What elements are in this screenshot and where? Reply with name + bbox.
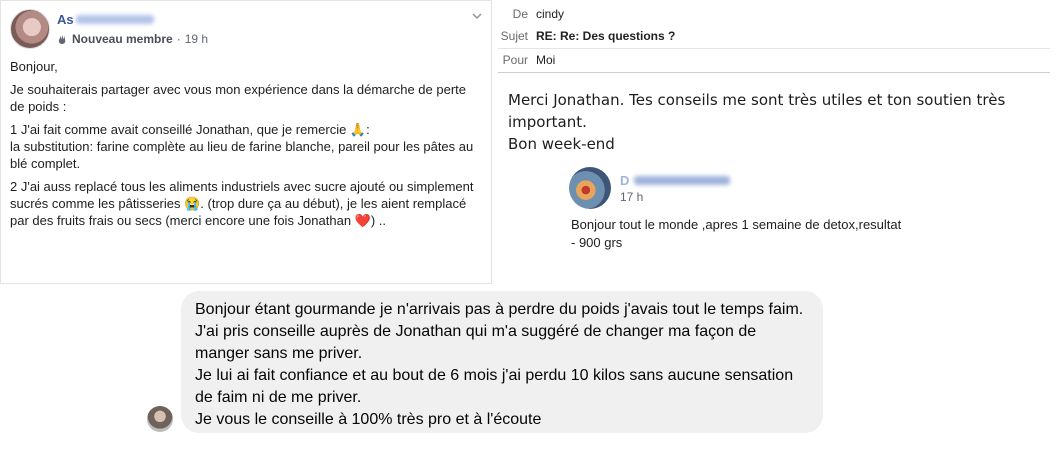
testimonial-time[interactable]: 17 h bbox=[620, 190, 643, 204]
author-avatar[interactable] bbox=[10, 9, 50, 49]
email-body-line: Bon week-end bbox=[508, 135, 615, 153]
chat-avatar[interactable] bbox=[147, 406, 173, 432]
testimonial-author[interactable]: D bbox=[620, 172, 730, 190]
email-body-line: Merci Jonathan. Tes conseils me sont trè… bbox=[508, 91, 1006, 131]
email-message: De cindy Sujet RE: Re: Des questions ? P… bbox=[498, 0, 1060, 284]
member-badge: Nouveau membre bbox=[72, 32, 173, 46]
chat-line: Bonjour étant gourmande je n'arrivais pa… bbox=[195, 301, 804, 318]
subject-value: RE: Re: Des questions ? bbox=[536, 29, 676, 43]
to-label: Pour bbox=[502, 53, 528, 67]
blurred-name bbox=[633, 176, 730, 185]
post-body: Bonjour, Je souhaiterais partager avec v… bbox=[10, 58, 482, 235]
header-divider bbox=[498, 48, 1050, 49]
subject-row: Sujet RE: Re: Des questions ? bbox=[498, 26, 676, 46]
meta-separator: · bbox=[176, 32, 181, 46]
from-row: De cindy bbox=[498, 4, 564, 24]
email-body: Merci Jonathan. Tes conseils me sont trè… bbox=[508, 89, 1048, 155]
post-meta: Nouveau membre · 19 h bbox=[57, 32, 208, 46]
to-row: Pour Moi bbox=[498, 50, 556, 70]
blurred-name bbox=[75, 15, 154, 24]
email-header: De cindy Sujet RE: Re: Des questions ? P… bbox=[498, 0, 1050, 73]
testimonial-text: Bonjour tout le monde ,apres 1 semaine d… bbox=[571, 216, 951, 252]
testimonial-avatar[interactable] bbox=[569, 167, 611, 209]
testimonial-line: - 900 grs bbox=[571, 235, 623, 250]
testimonial-author-visible[interactable]: D bbox=[620, 173, 629, 188]
chat-line: J'ai pris conseille auprès de Jonathan q… bbox=[195, 323, 757, 340]
from-value[interactable]: cindy bbox=[536, 7, 564, 21]
post-paragraph: la substitution: farine complète au lieu… bbox=[10, 139, 474, 171]
chat-line: manger sans me priver. bbox=[195, 345, 363, 362]
author-name-visible[interactable]: As bbox=[57, 12, 74, 27]
post-paragraph: 1 J'ai fait comme avait conseillé Jonath… bbox=[10, 122, 370, 137]
chat-message-bubble: Bonjour étant gourmande je n'arrivais pa… bbox=[181, 291, 823, 433]
chevron-down-icon[interactable] bbox=[471, 10, 483, 22]
chat-line: Je lui ai fait confiance et au bout de 6… bbox=[195, 367, 794, 384]
post-paragraph: Je souhaiterais partager avec vous mon e… bbox=[10, 82, 466, 114]
facebook-post-card: As Nouveau membre · 19 h Bonjour, Je sou… bbox=[0, 0, 492, 284]
post-paragraph: Bonjour, bbox=[10, 59, 58, 74]
post-paragraph: 2 J'ai auss replacé tous les aliments in… bbox=[10, 179, 474, 228]
to-value[interactable]: Moi bbox=[536, 53, 555, 67]
chat-line: Je vous le conseille à 100% très pro et … bbox=[195, 411, 542, 428]
from-label: De bbox=[512, 7, 528, 21]
author-name[interactable]: As bbox=[57, 12, 154, 27]
wave-hand-icon bbox=[58, 34, 66, 44]
subject-label: Sujet bbox=[500, 29, 528, 43]
chat-line: de faim ni de me priver. bbox=[195, 389, 362, 406]
post-time[interactable]: 19 h bbox=[185, 32, 208, 46]
testimonial-line: Bonjour tout le monde ,apres 1 semaine d… bbox=[571, 217, 902, 232]
